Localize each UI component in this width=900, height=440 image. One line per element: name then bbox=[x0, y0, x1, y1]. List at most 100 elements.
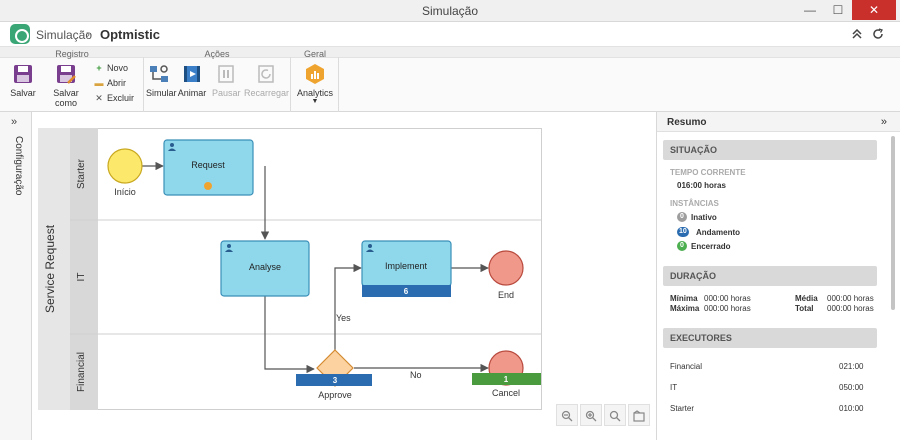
avg-duration-label: Média bbox=[795, 294, 818, 303]
lane-label-it: IT bbox=[76, 273, 87, 282]
pause-icon bbox=[218, 65, 234, 83]
total-duration-label: Total bbox=[795, 304, 814, 313]
current-time-value: 016:00 horas bbox=[677, 181, 726, 190]
scrollbar[interactable] bbox=[891, 136, 895, 310]
process-diagram: Service Request Starter IT Financial Yes… bbox=[38, 128, 542, 410]
executor-name: IT bbox=[670, 383, 678, 392]
inactive-count-badge: 0 bbox=[677, 212, 687, 222]
zoom-in-icon[interactable] bbox=[580, 404, 602, 426]
film-icon bbox=[184, 66, 200, 82]
zoom-toolbar bbox=[556, 404, 652, 428]
lane-label-financial: Financial bbox=[76, 352, 87, 392]
new-label: Novo bbox=[107, 63, 129, 73]
in-progress-count-badge: 10 bbox=[677, 227, 689, 237]
pool-label: Service Request bbox=[43, 224, 57, 313]
section-header-executores[interactable]: EXECUTORES bbox=[663, 328, 877, 348]
new-button[interactable]: + Novo bbox=[94, 63, 128, 73]
save-as-label: Salvar como bbox=[53, 88, 79, 108]
analytics-label: Analytics bbox=[296, 88, 333, 98]
zoom-out-icon[interactable] bbox=[556, 404, 578, 426]
avg-duration-value: 000:00 horas bbox=[827, 294, 874, 303]
diagram-canvas[interactable]: Service Request Starter IT Financial Yes… bbox=[32, 112, 656, 440]
approve-count: 3 bbox=[333, 376, 338, 385]
export-icon[interactable] bbox=[628, 404, 650, 426]
breadcrumb[interactable]: Simulação bbox=[36, 28, 92, 42]
app-header: Simulação › Optmistic bbox=[0, 22, 900, 47]
section-header-situacao[interactable]: SITUAÇÃO bbox=[663, 140, 877, 160]
simulate-icon bbox=[150, 65, 168, 82]
expand-config-icon[interactable]: » bbox=[11, 116, 17, 128]
save-button[interactable]: Salvar bbox=[6, 63, 40, 98]
dropdown-arrow-icon: ▼ bbox=[311, 98, 319, 105]
executor-value: 050:00 bbox=[839, 383, 864, 392]
analytics-button[interactable]: Analytics ▼ bbox=[296, 63, 334, 106]
page-title: Optmistic bbox=[100, 27, 160, 42]
breadcrumb-separator-icon: › bbox=[86, 27, 90, 41]
window-title: Simulação bbox=[421, 4, 479, 18]
max-duration-label: Máxima bbox=[670, 304, 700, 313]
implement-count: 6 bbox=[404, 287, 409, 296]
group-divider bbox=[290, 57, 291, 112]
inactive-label: Inativo bbox=[691, 213, 717, 222]
executor-name: Financial bbox=[670, 362, 703, 371]
refresh-icon[interactable] bbox=[872, 28, 884, 43]
close-button[interactable]: ✕ bbox=[852, 0, 896, 20]
save-icon bbox=[14, 65, 32, 83]
executor-name: Starter bbox=[670, 404, 695, 413]
summary-panel: Resumo » SITUAÇÃO TEMPO CORRENTE 016:00 … bbox=[656, 112, 900, 440]
group-label-acoes: Ações bbox=[204, 49, 230, 59]
end-event[interactable] bbox=[488, 250, 524, 286]
minimize-button[interactable]: — bbox=[796, 0, 824, 20]
open-label: Abrir bbox=[107, 78, 127, 88]
min-duration-value: 000:00 horas bbox=[704, 294, 751, 303]
lane-label-starter: Starter bbox=[76, 158, 87, 189]
simulate-button[interactable]: Simular bbox=[146, 63, 177, 98]
save-as-icon bbox=[57, 65, 76, 84]
executor-value: 021:00 bbox=[839, 362, 864, 371]
instances-label: INSTÂNCIAS bbox=[670, 199, 719, 208]
task-implement-label: Implement bbox=[385, 261, 428, 271]
config-panel-label[interactable]: Configuração bbox=[13, 136, 24, 195]
cancel-end-event-label: Cancel bbox=[492, 388, 520, 398]
collapse-summary-icon[interactable]: » bbox=[881, 116, 887, 128]
pause-button[interactable]: Pausar bbox=[212, 63, 241, 98]
min-duration-label: Mínima bbox=[670, 294, 698, 303]
section-header-duracao[interactable]: DURAÇÃO bbox=[663, 266, 877, 286]
task-request-label: Request bbox=[191, 160, 225, 170]
plus-icon: + bbox=[96, 63, 102, 73]
group-divider bbox=[338, 57, 339, 112]
delete-label: Excluir bbox=[107, 93, 135, 103]
flow-label-no: No bbox=[410, 370, 422, 380]
animate-button[interactable]: Animar bbox=[177, 63, 207, 98]
summary-content[interactable]: SITUAÇÃO TEMPO CORRENTE 016:00 horas INS… bbox=[657, 132, 900, 440]
zoom-fit-icon[interactable] bbox=[604, 404, 626, 426]
analytics-icon bbox=[306, 64, 324, 84]
delete-button[interactable]: ✕ Excluir bbox=[94, 93, 134, 104]
group-label-registro: Registro bbox=[55, 49, 89, 59]
current-time-label: TEMPO CORRENTE bbox=[670, 168, 746, 177]
open-button[interactable]: ▬ Abrir bbox=[94, 78, 127, 88]
config-panel: » Configuração bbox=[0, 112, 32, 440]
chevron-double-up-icon[interactable] bbox=[852, 28, 862, 42]
task-analyse-label: Analyse bbox=[249, 262, 281, 272]
animate-label: Animar bbox=[177, 88, 207, 98]
gateway-approve-label: Approve bbox=[318, 390, 352, 400]
token-icon bbox=[204, 182, 212, 190]
window-title-bar: Simulação — ☐ ✕ bbox=[0, 0, 900, 22]
closed-count-badge: 0 bbox=[677, 241, 687, 251]
closed-label: Encerrado bbox=[691, 242, 731, 251]
start-event[interactable] bbox=[107, 148, 143, 184]
simulate-label: Simular bbox=[146, 88, 177, 98]
reload-icon bbox=[258, 65, 274, 83]
delete-icon: ✕ bbox=[95, 93, 103, 103]
ribbon-toolbar: Registro Ações Geral Salvar Salvar como … bbox=[0, 47, 900, 112]
flow-label-yes: Yes bbox=[336, 313, 351, 323]
reload-button[interactable]: Recarregar bbox=[244, 63, 290, 98]
maximize-button[interactable]: ☐ bbox=[824, 0, 852, 20]
executor-value: 010:00 bbox=[839, 404, 864, 413]
end-event-label: End bbox=[498, 290, 514, 300]
total-duration-value: 000:00 horas bbox=[827, 304, 874, 313]
summary-title: Resumo bbox=[667, 117, 707, 128]
save-as-button[interactable]: Salvar como bbox=[42, 63, 90, 108]
reload-label: Recarregar bbox=[244, 88, 290, 98]
